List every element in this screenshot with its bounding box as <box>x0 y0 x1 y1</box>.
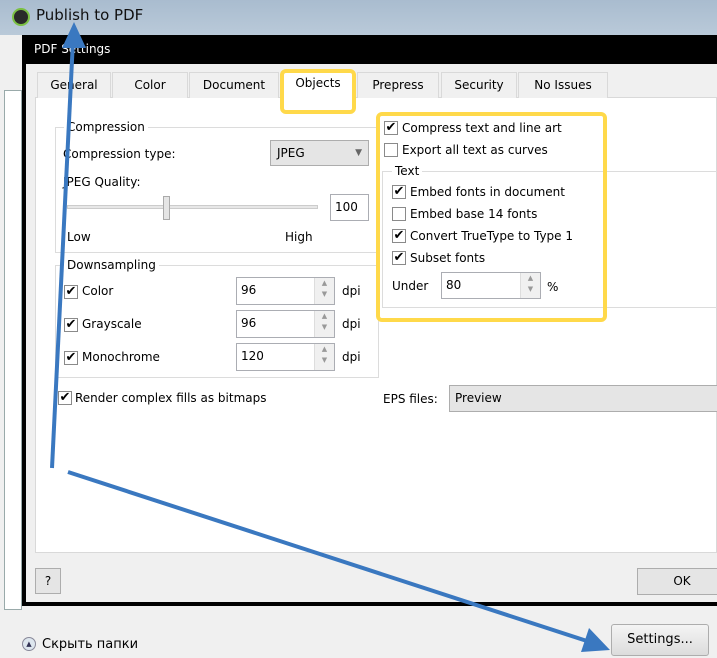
dpi-unit: dpi <box>342 350 361 364</box>
eps-files-dropdown[interactable]: Preview <box>449 385 717 412</box>
chevron-down-icon: ▼ <box>355 148 362 158</box>
collapse-up-icon[interactable]: ▲ <box>22 637 36 651</box>
downsample-input[interactable]: 120 ▲ ▼ <box>236 343 335 371</box>
downsample-checkbox[interactable]: ✔ <box>64 285 78 299</box>
jpeg-quality-input[interactable]: 100 <box>330 194 369 221</box>
dialog-title: PDF Settings <box>34 42 111 56</box>
downsample-label: Monochrome <box>82 350 160 364</box>
ok-button[interactable]: OK <box>637 568 717 595</box>
tab-document[interactable]: Document <box>189 72 279 98</box>
tab-no-issues[interactable]: No Issues <box>518 72 608 98</box>
downsample-value: 96 <box>241 316 257 330</box>
downsampling-label: Downsampling <box>64 258 159 272</box>
highlight-text-options <box>376 112 607 322</box>
downsample-value: 120 <box>241 349 264 363</box>
hide-folders-link[interactable]: Скрыть папки <box>42 637 138 652</box>
downsample-label: Grayscale <box>82 317 142 331</box>
app-logo-icon <box>12 8 30 26</box>
downsample-spinner[interactable]: ▲ ▼ <box>314 311 334 337</box>
window-title: Publish to PDF <box>36 6 144 24</box>
compression-type-dropdown[interactable]: JPEG ▼ <box>270 140 369 166</box>
downsample-spinner[interactable]: ▲ ▼ <box>314 344 334 370</box>
render-complex-checkbox[interactable]: ✔ <box>58 391 72 405</box>
slider-high-label: High <box>285 230 313 244</box>
jpeg-quality-label: JPEG Quality: <box>63 175 141 189</box>
compression-label: Compression <box>64 120 148 134</box>
downsample-input[interactable]: 96 ▲ ▼ <box>236 277 335 305</box>
dpi-unit: dpi <box>342 317 361 331</box>
downsample-spinner[interactable]: ▲ ▼ <box>314 278 334 304</box>
highlight-objects-tab <box>280 69 356 114</box>
dpi-unit: dpi <box>342 284 361 298</box>
slider-low-label: Low <box>67 230 91 244</box>
tab-security[interactable]: Security <box>441 72 517 98</box>
settings-button[interactable]: Settings... <box>611 624 709 656</box>
tab-prepress[interactable]: Prepress <box>357 72 439 98</box>
folder-pane <box>4 90 22 610</box>
compression-type-value: JPEG <box>277 146 305 160</box>
downsample-checkbox[interactable]: ✔ <box>64 351 78 365</box>
eps-files-label: EPS files: <box>383 392 438 406</box>
downsample-input[interactable]: 96 ▲ ▼ <box>236 310 335 338</box>
tab-general[interactable]: General <box>37 72 111 98</box>
downsample-value: 96 <box>241 283 257 297</box>
render-complex-label: Render complex fills as bitmaps <box>75 391 267 405</box>
help-button[interactable]: ? <box>35 568 61 594</box>
compression-type-label: Compression type: <box>63 147 176 161</box>
tab-color[interactable]: Color <box>112 72 188 98</box>
jpeg-quality-slider[interactable] <box>67 205 318 209</box>
downsample-label: Color <box>82 284 114 298</box>
downsample-checkbox[interactable]: ✔ <box>64 318 78 332</box>
slider-thumb[interactable] <box>163 196 171 220</box>
